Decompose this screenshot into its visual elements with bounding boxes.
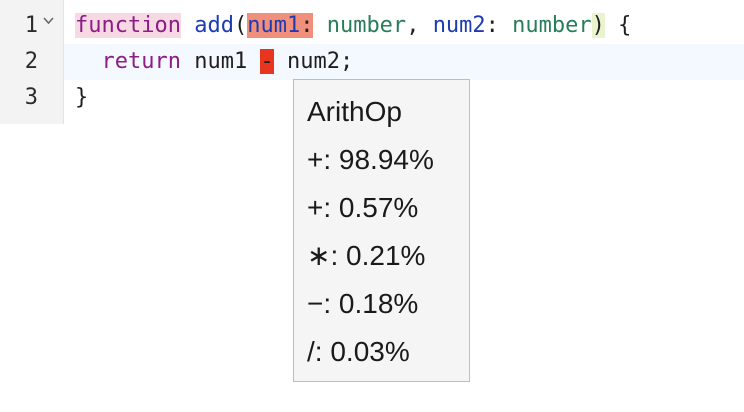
line-number: 3 xyxy=(24,85,38,110)
tooltip-item: /: 0.03% xyxy=(307,336,410,367)
colon: : xyxy=(300,13,314,38)
param-num1-highlight[interactable]: num1: xyxy=(247,13,314,38)
code-line-3[interactable]: } xyxy=(75,80,88,116)
keyword-return: return xyxy=(101,49,181,74)
comma: , xyxy=(406,13,433,38)
open-paren: ( xyxy=(233,13,248,38)
close-brace: } xyxy=(75,85,89,110)
colon: : xyxy=(485,13,513,38)
type-number: number xyxy=(326,13,407,38)
tooltip-title: ArithOp xyxy=(307,96,402,127)
close-paren-match: ) xyxy=(591,13,605,38)
line-number: 2 xyxy=(24,49,38,74)
line-number-gutter: 1 2 3 xyxy=(0,0,64,124)
type-number: number xyxy=(512,13,592,38)
tooltip-item: −: 0.18% xyxy=(307,288,419,319)
param-num1: num1 xyxy=(247,13,301,38)
open-brace: { xyxy=(604,13,632,38)
code-line-1[interactable]: function add(num1: number, num2: number)… xyxy=(75,8,631,44)
operand-num1: num1 xyxy=(180,49,261,74)
prediction-tooltip: ArithOp +: 98.94% +: 0.57% ∗: 0.21% −: 0… xyxy=(293,79,470,382)
keyword-function: function xyxy=(75,13,181,38)
line-number: 1 xyxy=(24,13,38,38)
tooltip-item: +: 98.94% xyxy=(307,144,434,175)
operand-num2: num2; xyxy=(273,49,354,74)
chevron-down-icon[interactable] xyxy=(43,14,54,30)
tooltip-item: ∗: 0.21% xyxy=(307,240,426,271)
operator-minus-highlight[interactable]: - xyxy=(260,49,274,74)
function-name: add xyxy=(194,13,234,38)
code-line-2[interactable]: return num1 - num2; xyxy=(75,44,353,80)
code-editor[interactable]: 1 2 3 function add(num1: number, num2: n… xyxy=(0,0,744,412)
param-num2: num2 xyxy=(432,13,486,38)
tooltip-item: +: 0.57% xyxy=(307,192,419,223)
